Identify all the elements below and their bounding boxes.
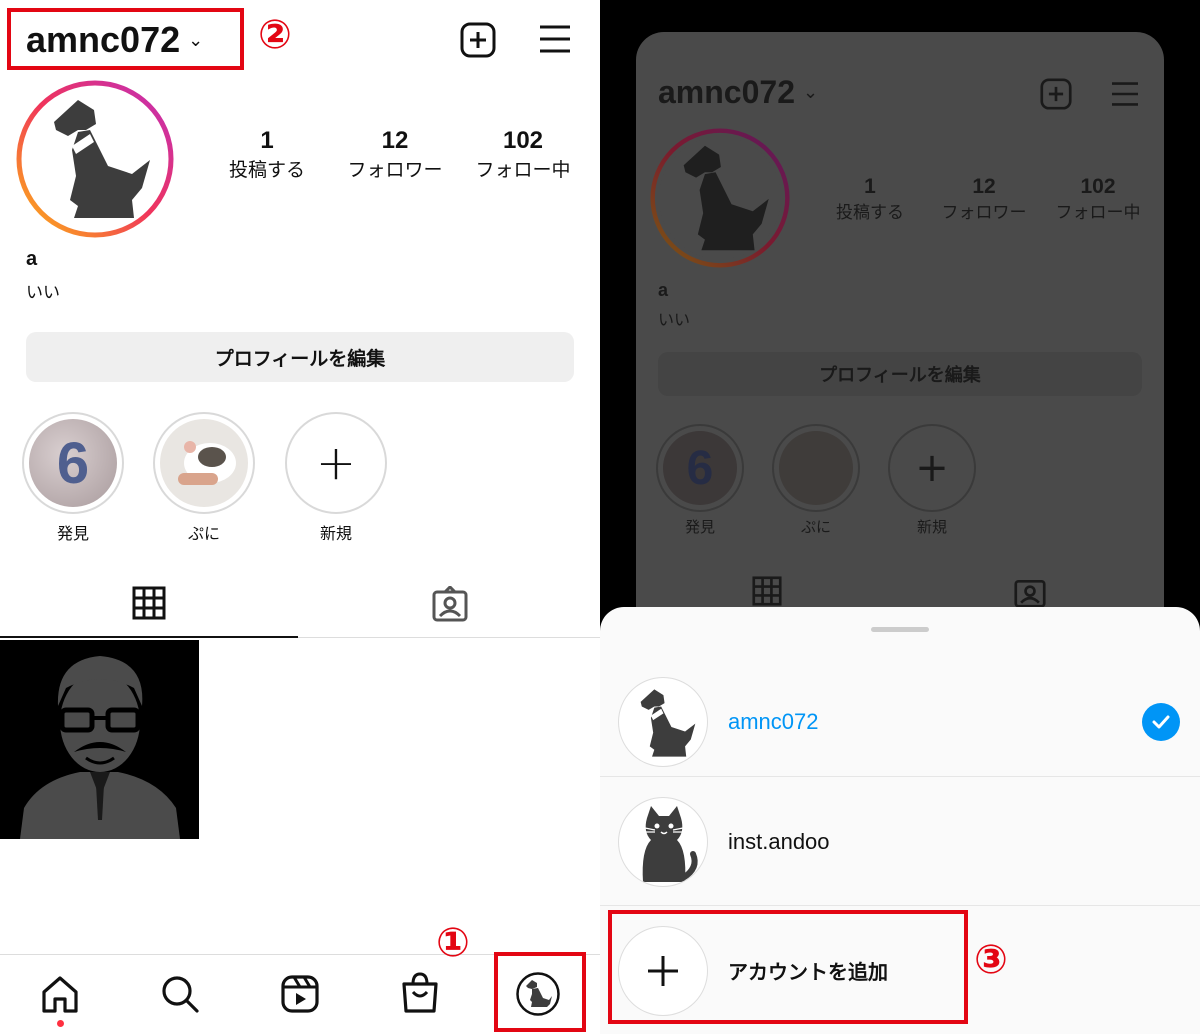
highlight-discover-label: 発見 [56, 524, 89, 543]
stat-posts-count: 1 [260, 127, 274, 154]
person-illustration [20, 656, 180, 839]
dimmed-highlight-puni [772, 424, 860, 512]
menu-icon [1110, 81, 1140, 111]
account-row-amnc072[interactable]: amnc072 [600, 667, 1200, 777]
highlight-puni-label: ぷに [187, 524, 220, 543]
account-avatar-dog [618, 676, 708, 767]
highlight-discover[interactable]: 6 [22, 412, 124, 514]
annotation-box-3 [608, 910, 968, 1024]
dimmed-username: amnc072 [658, 74, 795, 110]
annotation-label-1: ① [436, 920, 470, 966]
dimmed-bio: いい [658, 310, 691, 329]
annotation-box-1 [494, 952, 586, 1032]
dimmed-stat-followers-label: フォロワー [941, 203, 1027, 223]
dimmed-stat-posts: 1 投稿する [808, 174, 932, 226]
stat-following[interactable]: 102 フォロー中 [458, 126, 588, 184]
stat-followers-count: 12 [381, 127, 409, 154]
dimmed-stat-posts-label: 投稿する [836, 203, 904, 223]
profile-screen: amnc072 ⌄ ② 1 投稿する 12 フォロワー 102 フォロー中 a … [0, 0, 600, 1034]
profile-bio: いい [26, 283, 60, 303]
menu-icon[interactable] [538, 24, 572, 58]
dimmed-highlight-new-label: 新規 [916, 518, 947, 536]
active-tab-indicator [0, 636, 298, 638]
sheet-handle[interactable] [871, 627, 929, 632]
dimmed-stat-followers-count: 12 [972, 175, 996, 198]
account-switch-sheet: amnc072 inst.andoo アカウントを追加 ③ [600, 607, 1200, 1034]
tab-divider [298, 637, 600, 638]
highlight-discover-glyph: 6 [56, 430, 90, 496]
edit-profile-button[interactable]: プロフィールを編集 [26, 332, 574, 382]
dimmed-stat-following-count: 102 [1080, 175, 1116, 198]
highlight-new[interactable]: + [285, 412, 387, 514]
post-thumbnail[interactable] [0, 640, 199, 839]
notification-dot [57, 1020, 64, 1027]
dimmed-highlight-discover-cover: 6 [663, 431, 737, 505]
plus-icon: + [915, 445, 949, 491]
tagged-icon[interactable] [432, 584, 468, 626]
highlight-new-label: 新規 [319, 524, 352, 543]
check-icon [1142, 703, 1180, 741]
account-name: amnc072 [728, 708, 819, 734]
new-post-icon[interactable] [460, 22, 496, 62]
highlight-puni-cover [160, 419, 248, 507]
dimmed-highlight-new: + [888, 424, 976, 512]
search-icon[interactable] [160, 974, 200, 1018]
dimmed-account-switcher: amnc072 ⌄ [658, 74, 818, 111]
dimmed-name: a [658, 280, 669, 300]
dimmed-highlight-discover: 6 [656, 424, 744, 512]
dimmed-stat-following: 102 フォロー中 [1036, 174, 1160, 226]
account-switch-screen: amnc072 ⌄ 1 投稿する 12 フォロワー 102 フォロー中 a いい… [600, 0, 1200, 1034]
dimmed-stat-followers: 12 フォロワー [922, 174, 1046, 226]
dimmed-highlight-discover-glyph: 6 [686, 441, 714, 495]
plus-icon: + [315, 435, 357, 491]
account-name: inst.andoo [728, 828, 830, 854]
stat-following-label: フォロー中 [475, 159, 571, 181]
shop-icon[interactable] [400, 972, 440, 1018]
dimmed-highlight-puni-cover [779, 431, 853, 505]
highlight-puni[interactable] [153, 412, 255, 514]
annotation-box-2 [7, 8, 244, 70]
account-avatar-cat [618, 796, 708, 887]
annotation-label-2: ② [258, 12, 292, 58]
dimmed-avatar [650, 128, 790, 272]
grid-icon[interactable] [132, 586, 166, 624]
profile-name: a [26, 248, 38, 270]
profile-avatar[interactable] [16, 80, 174, 242]
stat-followers-label: フォロワー [347, 159, 443, 181]
highlight-discover-cover: 6 [29, 419, 117, 507]
dimmed-stat-posts-count: 1 [864, 175, 876, 198]
chevron-down-icon: ⌄ [802, 82, 819, 103]
annotation-label-3: ③ [974, 937, 1008, 983]
stat-followers[interactable]: 12 フォロワー [330, 126, 460, 184]
dimmed-highlight-discover-label: 発見 [684, 518, 715, 536]
reels-icon[interactable] [280, 974, 320, 1018]
dimmed-stat-following-label: フォロー中 [1055, 203, 1141, 223]
stat-posts[interactable]: 1 投稿する [202, 126, 332, 184]
new-post-icon [1040, 78, 1072, 114]
dimmed-highlight-puni-label: ぷに [800, 518, 831, 536]
stat-following-count: 102 [502, 127, 544, 154]
dimmed-edit-profile-button: プロフィールを編集 [658, 352, 1142, 396]
grid-icon [752, 576, 782, 610]
stat-posts-label: 投稿する [228, 159, 305, 181]
home-icon[interactable] [40, 974, 80, 1018]
account-row-inst-andoo[interactable]: inst.andoo [600, 778, 1200, 906]
